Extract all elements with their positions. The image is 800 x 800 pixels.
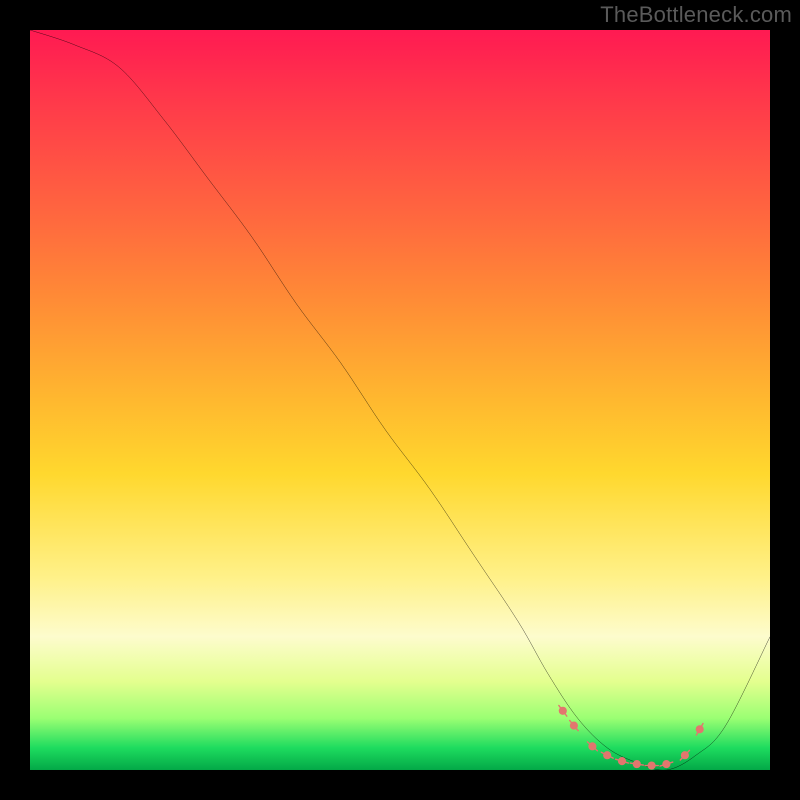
chart-frame: TheBottleneck.com (0, 0, 800, 800)
bottleneck-curve (30, 30, 770, 770)
valley-marker-dot (603, 751, 611, 759)
valley-marker-dot (648, 761, 656, 769)
valley-marker-dot (662, 760, 670, 768)
valley-markers (559, 705, 704, 769)
valley-marker-dot (588, 742, 596, 750)
valley-marker-dot (633, 760, 641, 768)
valley-marker-dot (559, 707, 567, 715)
valley-marker-dot (681, 751, 689, 759)
valley-marker-dot (618, 757, 626, 765)
curve-layer (30, 30, 770, 770)
watermark-text: TheBottleneck.com (600, 2, 792, 28)
valley-marker-dot (696, 725, 704, 733)
plot-area (30, 30, 770, 770)
valley-marker-dot (570, 722, 578, 730)
